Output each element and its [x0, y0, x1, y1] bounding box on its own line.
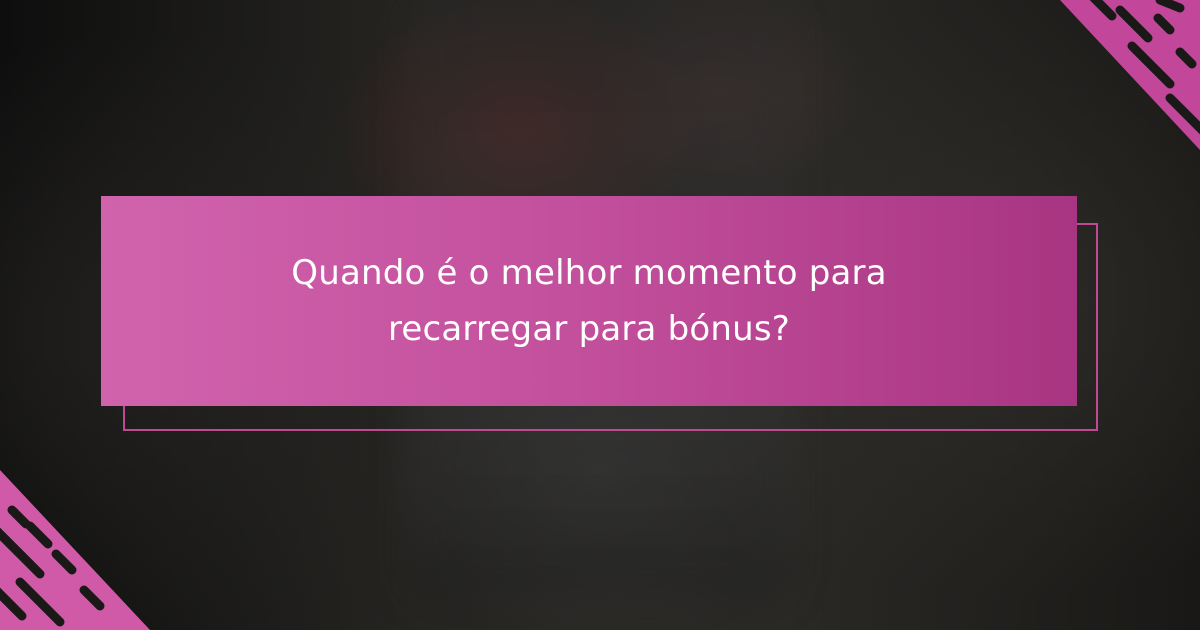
banner-canvas: Quando é o melhor momento para recarrega…: [0, 0, 1200, 630]
page-title: Quando é o melhor momento para recarrega…: [291, 253, 887, 349]
headline-card: Quando é o melhor momento para recarrega…: [101, 196, 1077, 406]
diagonal-stripes-icon: [1060, 0, 1200, 150]
diagonal-stripes-icon: [0, 470, 150, 630]
